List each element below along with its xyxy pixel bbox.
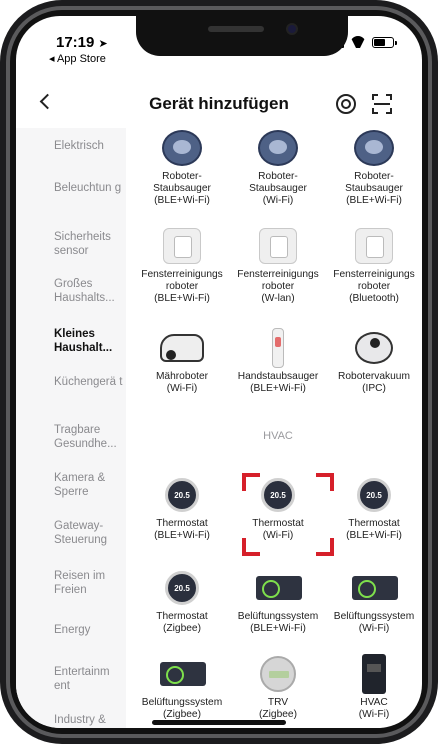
device-item[interactable]: Fensterreinigungs roboter (W-lan) xyxy=(230,226,326,306)
device-item[interactable]: TRV (Zigbee) xyxy=(230,654,326,721)
device-item[interactable]: Mähroboter (Wi-Fi) xyxy=(134,328,230,395)
category-item[interactable]: Entertainm ent xyxy=(54,666,126,693)
device-item[interactable]: Belüftungssystem (Zigbee) xyxy=(134,654,230,721)
device-grid: Roboter- Staubsauger (BLE+Wi-Fi) Roboter- S… xyxy=(134,128,422,728)
device-item[interactable]: Fensterreinigungs roboter (BLE+Wi-Fi) xyxy=(134,226,230,306)
category-item[interactable]: Industry & Agriculture xyxy=(54,714,126,728)
screen: 17:19 ➤ ◂ App Store Gerät hinzufügen Ele… xyxy=(16,16,422,728)
qr-scan-icon[interactable] xyxy=(372,94,392,114)
thermostat-icon: 20.5 xyxy=(352,475,396,515)
device-item[interactable]: Robotervakuum (IPC) xyxy=(326,328,422,395)
category-item[interactable]: Sicherheits sensor xyxy=(54,231,126,258)
category-item[interactable]: Beleuchtun g xyxy=(54,182,126,196)
category-item-active[interactable]: Kleines Haushalt... xyxy=(54,328,126,355)
category-item[interactable]: Reisen im Freien xyxy=(54,570,126,597)
category-item[interactable]: Küchengerä t xyxy=(54,376,126,390)
device-item[interactable]: Handstaubsauger (BLE+Wi-Fi) xyxy=(230,328,326,395)
device-label: Roboter- Staubsauger (Wi-Fi) xyxy=(249,171,307,207)
hvac-panel-icon xyxy=(352,654,396,694)
ventilation-icon xyxy=(256,568,302,608)
category-item[interactable]: Großes Haushalts... xyxy=(54,278,126,305)
device-item[interactable]: 20.5 Thermostat (BLE+Wi-Fi) xyxy=(326,475,422,542)
device-label: Roboter- Staubsauger (BLE+Wi-Fi) xyxy=(345,171,403,207)
status-time-text: 17:19 xyxy=(56,34,95,51)
device-label: Roboter- Staubsauger (BLE+Wi-Fi) xyxy=(153,171,211,207)
category-item[interactable]: Kamera & Sperre xyxy=(54,472,126,499)
device-label: Belüftungssystem (Zigbee) xyxy=(141,697,223,721)
window-robot-icon xyxy=(256,226,300,266)
device-item[interactable]: 20.5 Thermostat (Zigbee) xyxy=(134,568,230,635)
device-label: Belüftungssystem (BLE+Wi-Fi) xyxy=(237,611,319,635)
ventilation-icon xyxy=(160,654,206,694)
device-label: Thermostat (BLE+Wi-Fi) xyxy=(154,518,210,542)
speaker xyxy=(208,26,264,32)
device-label: HVAC (Wi-Fi) xyxy=(358,697,390,721)
auto-scan-icon[interactable] xyxy=(336,94,356,114)
category-item[interactable]: Elektrisch xyxy=(54,140,126,154)
category-item[interactable]: Energy xyxy=(54,624,126,638)
location-arrow-icon: ➤ xyxy=(98,38,108,50)
selection-bracket-bottom-right xyxy=(316,538,334,556)
thermostat-icon: 20.5 xyxy=(256,475,300,515)
notch xyxy=(136,16,348,56)
device-label: Mähroboter (Wi-Fi) xyxy=(155,371,209,395)
trv-icon xyxy=(256,654,300,694)
device-item[interactable]: Roboter- Staubsauger (BLE+Wi-Fi) xyxy=(134,128,230,208)
battery-icon xyxy=(372,36,397,48)
home-indicator[interactable] xyxy=(152,720,286,725)
selection-bracket-top-left xyxy=(242,473,260,491)
section-label-hvac: HVAC xyxy=(263,430,293,442)
lawn-mower-icon xyxy=(160,328,204,368)
device-item[interactable]: 20.5 Thermostat (BLE+Wi-Fi) xyxy=(134,475,230,542)
handheld-vacuum-icon xyxy=(256,328,300,368)
front-camera xyxy=(286,23,298,35)
device-label: Fensterreinigungs roboter (Bluetooth) xyxy=(333,269,415,305)
window-robot-icon xyxy=(160,226,204,266)
device-item[interactable]: Belüftungssystem (Wi-Fi) xyxy=(326,568,422,635)
wifi-icon xyxy=(350,36,366,48)
camera-robot-vacuum-icon xyxy=(352,328,396,368)
device-item[interactable]: Fensterreinigungs roboter (Bluetooth) xyxy=(326,226,422,306)
device-label: Fensterreinigungs roboter (BLE+Wi-Fi) xyxy=(141,269,223,305)
selection-bracket-bottom-left xyxy=(242,538,260,556)
device-item[interactable]: Belüftungssystem (BLE+Wi-Fi) xyxy=(230,568,326,635)
status-time: 17:19 ➤ xyxy=(56,34,108,51)
back-to-app-store-link[interactable]: ◂ App Store xyxy=(49,52,106,65)
device-item[interactable]: HVAC (Wi-Fi) xyxy=(326,654,422,721)
thermostat-icon: 20.5 xyxy=(160,475,204,515)
ventilation-icon xyxy=(352,568,398,608)
device-label: Fensterreinigungs roboter (W-lan) xyxy=(237,269,319,305)
navigation-bar: Gerät hinzufügen xyxy=(16,86,422,122)
device-label: Handstaubsauger (BLE+Wi-Fi) xyxy=(237,371,319,395)
device-label: Thermostat (BLE+Wi-Fi) xyxy=(346,518,402,542)
selection-bracket-top-right xyxy=(316,473,334,491)
category-item[interactable]: Gateway-Steuerung xyxy=(54,520,126,547)
window-robot-icon xyxy=(352,226,396,266)
device-label: Thermostat (Zigbee) xyxy=(156,611,208,635)
device-label: TRV (Zigbee) xyxy=(259,697,297,721)
robot-vacuum-icon xyxy=(160,128,204,168)
page-title: Gerät hinzufügen xyxy=(149,94,289,113)
device-item[interactable]: Roboter- Staubsauger (Wi-Fi) xyxy=(230,128,326,208)
category-sidebar: Elektrisch Beleuchtun g Sicherheits sens… xyxy=(16,128,126,728)
device-label: Belüftungssystem (Wi-Fi) xyxy=(333,611,415,635)
category-item[interactable]: Tragbare Gesundhe... xyxy=(54,424,126,451)
thermostat-icon: 20.5 xyxy=(160,568,204,608)
device-label: Robotervakuum (IPC) xyxy=(338,371,410,395)
device-item[interactable]: Roboter- Staubsauger (BLE+Wi-Fi) xyxy=(326,128,422,208)
robot-vacuum-icon xyxy=(256,128,300,168)
robot-vacuum-icon xyxy=(352,128,396,168)
